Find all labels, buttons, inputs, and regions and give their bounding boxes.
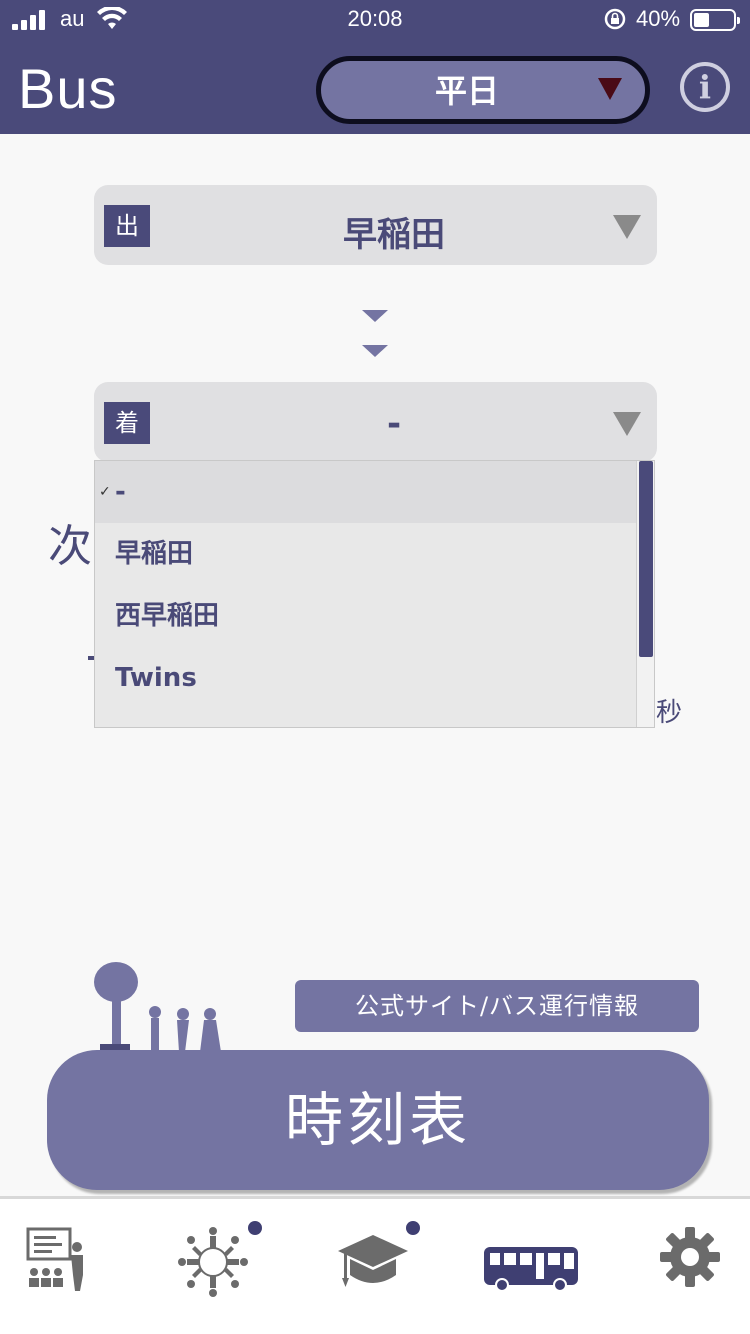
direction-arrows-icon (360, 310, 390, 360)
tab-academics[interactable] (336, 1221, 426, 1315)
departure-select[interactable]: 出 早稲田 (94, 185, 657, 265)
departure-value: 早稲田 (343, 215, 445, 255)
day-type-select[interactable]: 平日 (312, 54, 656, 126)
tab-lecture[interactable] (24, 1225, 114, 1315)
graduation-cap-icon (338, 1235, 408, 1287)
dropdown-option[interactable]: 西早稲田 (95, 585, 638, 647)
scrollbar-thumb[interactable] (639, 461, 653, 657)
tab-community[interactable] (176, 1221, 266, 1315)
tab-settings[interactable] (658, 1225, 748, 1315)
official-site-link[interactable]: 公式サイト/バス運行情報 (295, 980, 699, 1032)
app-title: Bus (18, 57, 118, 120)
chevron-down-icon (598, 78, 622, 100)
dropdown-option[interactable]: 早稲田 (95, 523, 638, 585)
gear-icon (660, 1227, 720, 1287)
arrival-dropdown-list[interactable]: ✓ - 早稲田 西早稲田 Twins (94, 460, 655, 728)
header-bar: au 20:08 40% Bus 平日 i (0, 0, 750, 134)
timetable-button[interactable]: 時刻表 (47, 1050, 709, 1190)
check-icon: ✓ (99, 484, 111, 500)
tab-bus[interactable] (482, 1225, 578, 1315)
dropdown-scrollbar[interactable] (636, 461, 654, 727)
day-type-value: 平日 (434, 72, 499, 110)
chevron-down-icon (613, 412, 641, 436)
lecture-icon (26, 1227, 83, 1291)
rotation-lock-icon (604, 8, 626, 30)
battery-percent: 40% (636, 6, 681, 31)
status-bar: au 20:08 40% (0, 0, 750, 40)
arrival-select[interactable]: 着 - (94, 382, 657, 462)
arrival-value: - (386, 404, 402, 444)
dropdown-option[interactable]: ✓ - (95, 461, 638, 523)
seconds-label: 秒 (656, 698, 683, 728)
bus-icon (484, 1247, 578, 1292)
info-icon[interactable]: i (680, 62, 730, 112)
community-icon (178, 1227, 248, 1297)
tab-bar (0, 1196, 750, 1334)
bus-stop-illustration (94, 962, 221, 1052)
chevron-down-icon (613, 215, 641, 239)
notification-badge (406, 1221, 420, 1235)
battery-icon (690, 9, 740, 31)
notification-badge (248, 1221, 262, 1235)
next-bus-label: 次 (48, 521, 92, 572)
dropdown-option[interactable]: Twins (95, 647, 638, 709)
